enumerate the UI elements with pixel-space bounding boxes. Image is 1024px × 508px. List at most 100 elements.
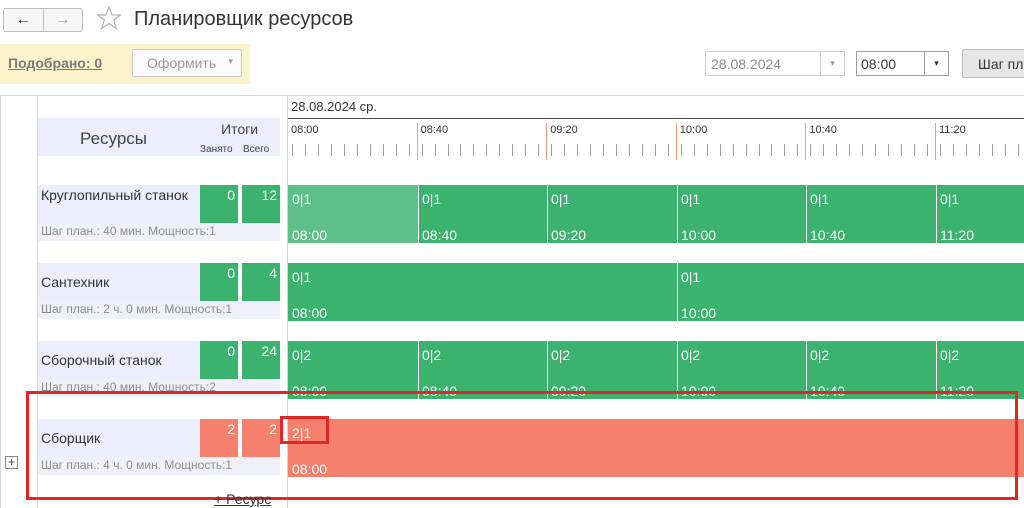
busy-count: 0 <box>200 185 238 223</box>
slot-load: 0|1 <box>681 191 701 207</box>
time-subtick <box>836 144 837 156</box>
time-tick-label: 10:40 <box>809 124 837 136</box>
slot-load: 0|2 <box>422 347 442 363</box>
time-subtick <box>448 144 449 156</box>
time-subtick <box>797 144 798 156</box>
slot-time: 08:40 <box>422 227 458 243</box>
time-slot[interactable]: 0|1 08:00 <box>288 263 677 321</box>
planning-step-button[interactable]: Шаг пл <box>962 49 1024 78</box>
slot-load: 0|2 <box>681 347 701 363</box>
highlight-cell-frame <box>280 416 329 444</box>
cell-divider <box>238 185 239 223</box>
time-subtick <box>344 144 345 156</box>
time-subtick <box>771 144 772 156</box>
resources-column-title: Ресурсы <box>80 129 148 148</box>
time-subtick <box>746 144 747 156</box>
navigation-group: ← → <box>3 8 83 32</box>
resource-name[interactable]: Круглопильный станок <box>41 187 191 204</box>
slot-load: 0|2 <box>810 347 830 363</box>
total-count: 12 <box>242 185 280 223</box>
time-slot[interactable]: 0|1 11:20 <box>936 185 1024 243</box>
time-subtick <box>460 144 461 156</box>
time-tick-label: 09:20 <box>550 124 578 136</box>
date-value: 28.08.2024 <box>711 56 782 72</box>
time-subtick <box>823 144 824 156</box>
time-subtick <box>616 144 617 156</box>
time-subtick <box>590 144 591 156</box>
page-title: Планировщик ресурсов <box>134 8 354 30</box>
slot-load: 0|1 <box>810 191 830 207</box>
scale-rule <box>288 118 1024 119</box>
time-slot[interactable]: 0|1 10:00 <box>677 185 807 243</box>
selected-slot[interactable] <box>288 183 419 243</box>
time-subtick <box>953 144 954 156</box>
slot-divider <box>677 185 678 243</box>
make-button-label: Оформить <box>147 55 217 71</box>
add-resource-link[interactable]: + Ресурс <box>214 491 271 507</box>
time-subtick <box>473 144 474 156</box>
back-button[interactable]: ← <box>4 9 44 31</box>
time-subtick <box>292 144 293 156</box>
time-subtick <box>992 144 993 156</box>
arrow-left-icon: ← <box>15 11 32 28</box>
time-subtick <box>331 144 332 156</box>
total-count: 24 <box>242 341 280 379</box>
highlight-frame <box>26 391 1018 500</box>
time-subtick <box>655 144 656 156</box>
time-field[interactable]: 08:00 ▾ <box>856 51 949 76</box>
expand-icon[interactable]: + <box>5 456 18 469</box>
time-subtick <box>979 144 980 156</box>
time-tick-label: 10:00 <box>679 124 708 136</box>
time-subtick <box>888 144 889 156</box>
cell-divider <box>238 263 239 301</box>
chevron-down-icon[interactable]: ▾ <box>820 52 844 75</box>
chevron-down-icon: ▾ <box>228 56 233 66</box>
slot-divider <box>936 185 937 243</box>
time-tick <box>676 123 677 160</box>
grid-top-border <box>0 95 1024 96</box>
time-subtick <box>409 144 410 156</box>
slot-load: 0|1 <box>940 191 960 207</box>
time-subtick <box>486 144 487 156</box>
slot-time: 08:00 <box>292 305 328 321</box>
slot-load: 0|1 <box>422 191 442 207</box>
time-subtick <box>966 144 967 156</box>
slot-load: 0|2 <box>551 347 571 363</box>
time-subtick <box>551 144 552 156</box>
make-button[interactable]: Оформить ▾ <box>132 49 242 77</box>
resource-params: Шаг план.: 2 ч. 0 мин. Мощность:1 <box>41 302 233 316</box>
time-slot[interactable]: 0|1 10:40 <box>806 185 936 243</box>
resource-name[interactable]: Сантехник <box>41 274 191 291</box>
time-tick-label: 11:20 <box>939 124 966 136</box>
time-subtick <box>1018 144 1019 156</box>
slot-time: 10:00 <box>681 305 717 321</box>
chevron-down-icon[interactable]: ▾ <box>924 52 948 75</box>
time-subtick <box>564 144 565 156</box>
totals-column-title: Итоги <box>221 121 259 137</box>
slot-time: 09:20 <box>551 227 587 243</box>
time-tick <box>417 123 418 160</box>
total-count: 4 <box>242 263 280 301</box>
resource-name[interactable]: Сборочный станок <box>41 352 191 369</box>
cell-divider <box>238 341 239 379</box>
selected-count-link[interactable]: Подобрано: 0 <box>8 55 102 71</box>
time-subtick <box>422 144 423 156</box>
total-column-title: Всего <box>243 144 270 155</box>
time-subtick <box>862 144 863 156</box>
star-outline-icon[interactable] <box>96 5 122 31</box>
time-subtick <box>784 144 785 156</box>
forward-button[interactable]: → <box>44 9 83 31</box>
time-slot[interactable]: 0|1 08:40 <box>418 185 548 243</box>
time-subtick <box>759 144 760 156</box>
time-slot[interactable]: 0|1 09:20 <box>547 185 677 243</box>
time-subtick <box>318 144 319 156</box>
slot-divider <box>806 185 807 243</box>
time-subtick <box>668 144 669 156</box>
time-subtick <box>849 144 850 156</box>
time-subtick <box>694 144 695 156</box>
slot-load: 0|2 <box>292 347 312 363</box>
time-subtick <box>629 144 630 156</box>
date-field[interactable]: 28.08.2024 ▾ <box>705 51 845 76</box>
time-slot[interactable]: 0|1 10:00 <box>677 263 1024 321</box>
busy-column-title: Занято <box>200 144 233 155</box>
